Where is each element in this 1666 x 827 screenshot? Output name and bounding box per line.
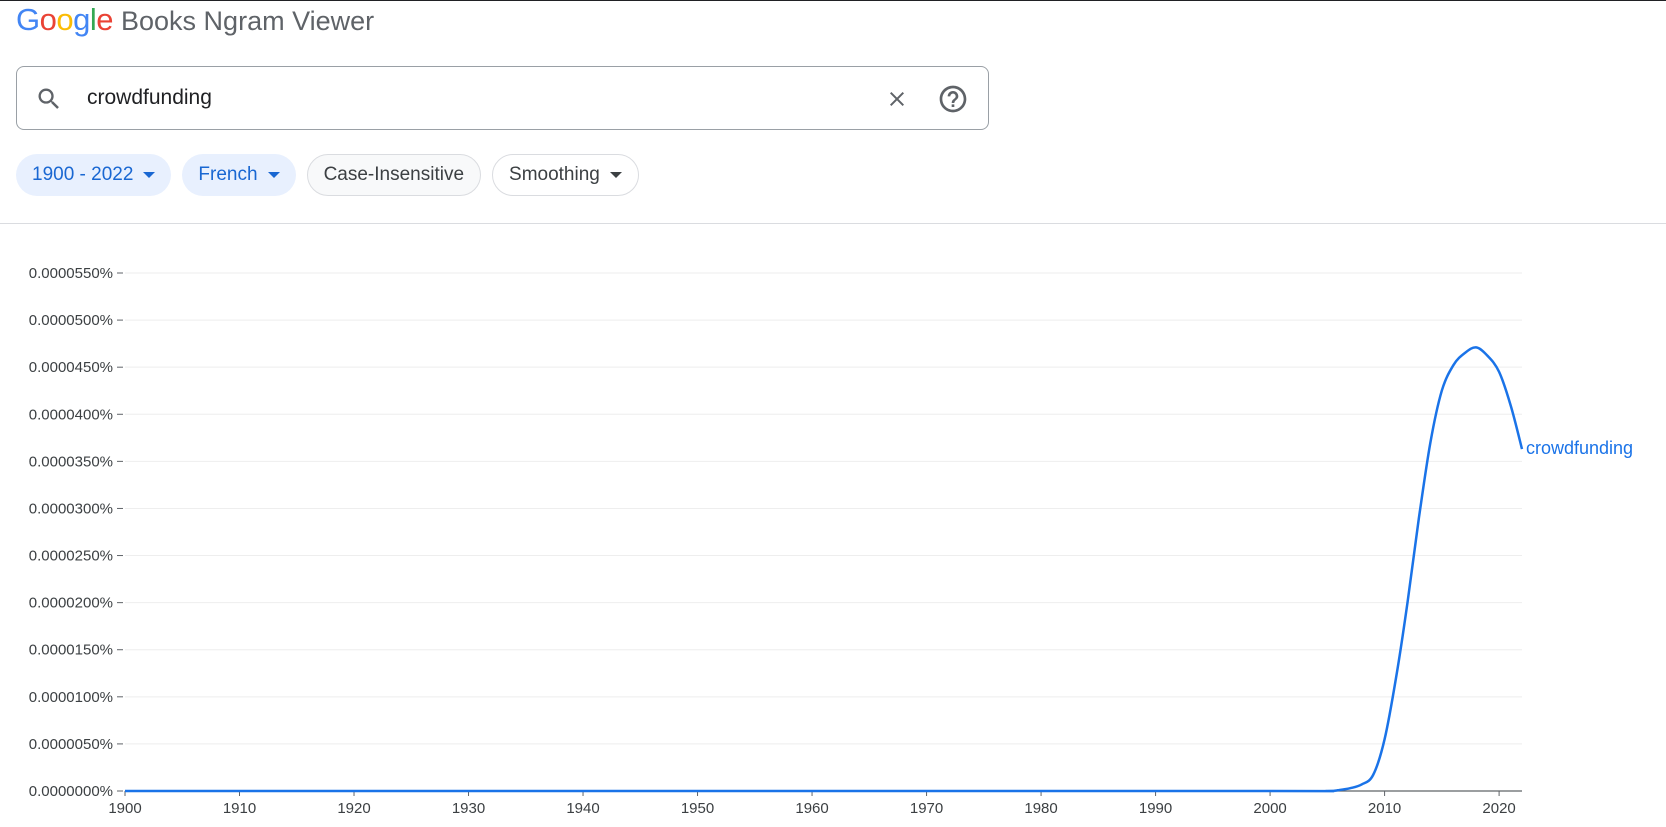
x-tick-label: 2010: [1368, 800, 1401, 817]
x-tick-label: 1960: [795, 800, 828, 817]
y-tick-label: 0.0000500%: [29, 312, 113, 329]
y-tick-label: 0.0000350%: [29, 453, 113, 470]
x-tick-label: 1910: [223, 800, 256, 817]
ngram-chart: 0.0000000% 0.0000050% 0.0000100% 0.0000150%…: [29, 265, 1633, 817]
x-tick-label: 1950: [681, 800, 714, 817]
x-tick-label: 1920: [337, 800, 370, 817]
y-tick-label: 0.0000250%: [29, 548, 113, 565]
app-title: Books Ngram Viewer: [121, 6, 375, 36]
header: Google Books Ngram Viewer: [16, 2, 374, 38]
x-tick-label: 1970: [910, 800, 943, 817]
x-tick-label: 1990: [1139, 800, 1172, 817]
case-insensitive-label: Case-Insensitive: [323, 164, 465, 185]
smoothing-label: Smoothing: [509, 164, 600, 185]
close-icon[interactable]: [885, 87, 909, 111]
google-logo[interactable]: Google: [16, 2, 114, 38]
logo-letter: e: [96, 2, 114, 37]
x-tick-label: 1930: [452, 800, 485, 817]
y-tick-label: 0.0000300%: [29, 500, 113, 517]
x-tick-label: 1900: [108, 800, 141, 817]
case-insensitive-chip[interactable]: Case-Insensitive: [306, 154, 482, 196]
logo-letter: o: [56, 2, 74, 37]
y-tick-label: 0.0000450%: [29, 359, 113, 376]
x-tick-label: 2020: [1482, 800, 1515, 817]
smoothing-chip[interactable]: Smoothing: [492, 154, 639, 196]
y-tick-label: 0.0000050%: [29, 736, 113, 753]
series-label[interactable]: crowdfunding: [1526, 438, 1633, 458]
divider: [0, 223, 1666, 224]
search-input[interactable]: [87, 79, 847, 117]
top-border: [0, 0, 1666, 1]
logo-letter: g: [73, 2, 90, 37]
y-tick-label: 0.0000400%: [29, 406, 113, 423]
y-tick-label: 0.0000150%: [29, 642, 113, 659]
y-tick-label: 0.0000000%: [29, 783, 113, 800]
search-icon: [38, 88, 59, 109]
filter-chips: 1900 - 2022 French Case-Insensitive Smoo…: [16, 154, 639, 196]
year-range-label: 1900 - 2022: [32, 164, 134, 185]
language-chip[interactable]: French: [182, 154, 296, 196]
language-label: French: [198, 164, 258, 185]
y-tick-label: 0.0000200%: [29, 595, 113, 612]
x-tick-label: 2000: [1253, 800, 1286, 817]
logo-letter: o: [39, 2, 57, 37]
search-box[interactable]: [16, 66, 989, 130]
x-tick-label: 1940: [566, 800, 599, 817]
logo-letter: G: [16, 2, 40, 37]
caret-down-icon: [609, 172, 622, 178]
caret-down-icon: [267, 172, 280, 178]
x-tick-label: 1980: [1024, 800, 1057, 817]
y-tick-label: 0.0000100%: [29, 689, 113, 706]
help-icon[interactable]: [937, 83, 969, 115]
caret-down-icon: [143, 172, 156, 178]
y-tick-label: 0.0000550%: [29, 265, 113, 282]
year-range-chip[interactable]: 1900 - 2022: [16, 154, 172, 196]
